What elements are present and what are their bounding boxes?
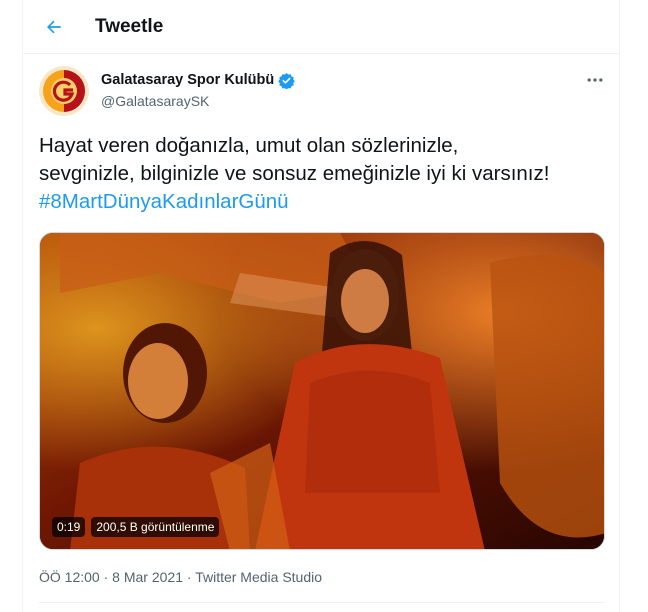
meta-separator: · [182, 569, 196, 585]
avatar[interactable] [39, 66, 89, 116]
video-duration: 0:19 [52, 517, 86, 537]
divider [39, 602, 605, 603]
video-thumbnail [40, 233, 604, 549]
author-name[interactable]: Galatasaray Spor Kulübü [101, 71, 295, 89]
view-count: 200,5 B görüntülenme [91, 517, 220, 537]
author-handle[interactable]: @GalatasaraySK [101, 92, 209, 110]
more-horizontal-icon [587, 78, 603, 82]
tweet-text-line: Hayat veren doğanızla, umut olan sözleri… [39, 134, 459, 157]
tweet-text: Hayat veren doğanızla, umut olan sözleri… [39, 132, 609, 216]
back-button[interactable] [37, 10, 71, 44]
more-options-button[interactable] [580, 66, 610, 94]
arrow-left-icon [47, 20, 61, 34]
hashtag-link[interactable]: #8MartDünyaKadınlarGünü [39, 188, 609, 216]
verified-badge-icon [278, 72, 295, 89]
galatasaray-logo [39, 66, 89, 116]
tweet-text-line: sevginizle, bilginizle ve sonsuz emeğini… [39, 162, 550, 185]
tweet-meta: ÖÖ 12:00 · 8 Mar 2021 · Twitter Media St… [39, 568, 322, 586]
tweet-time[interactable]: ÖÖ 12:00 [39, 569, 100, 585]
author-name-text: Galatasaray Spor Kulübü [101, 72, 275, 88]
tweet-source[interactable]: Twitter Media Studio [195, 569, 322, 585]
video-player[interactable]: 0:19 200,5 B görüntülenme [39, 232, 605, 550]
top-bar: Tweetle [23, 0, 619, 54]
meta-separator: · [99, 569, 113, 585]
video-overlay: 0:19 200,5 B görüntülenme [52, 517, 220, 537]
tweet-date[interactable]: 8 Mar 2021 [112, 569, 183, 585]
tweet-column: Tweetle Galatasaray Spor Kulübü @Galatas… [22, 0, 620, 612]
page-title: Tweetle [95, 16, 164, 37]
